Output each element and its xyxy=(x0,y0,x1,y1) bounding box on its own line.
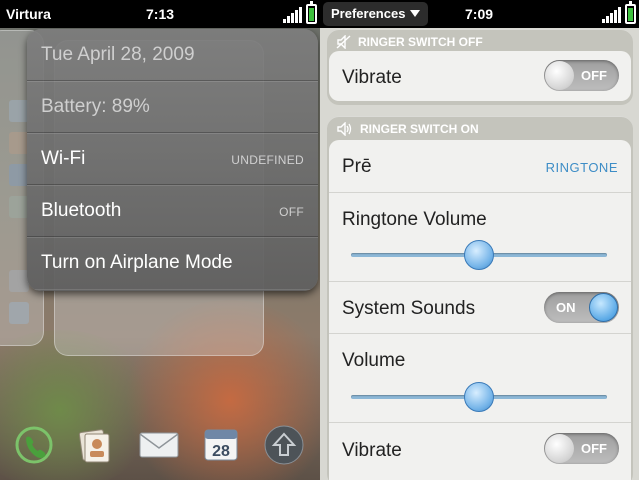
signal-icon xyxy=(602,7,622,23)
ringtone-volume-row: Ringtone Volume xyxy=(329,193,631,282)
ringer-off-group: RINGER SWITCH OFF Vibrate OFF xyxy=(327,29,633,105)
carrier-name: Virtura xyxy=(6,6,51,22)
email-icon[interactable] xyxy=(137,423,181,467)
speaker-muted-icon xyxy=(336,35,351,49)
toggle-state: OFF xyxy=(581,441,607,456)
slider-thumb[interactable] xyxy=(464,382,494,412)
menu-date-row: Tue April 28, 2009 xyxy=(27,29,318,81)
vibrate-label: Vibrate xyxy=(342,440,402,461)
vibrate-toggle[interactable]: OFF xyxy=(544,433,619,464)
volume-slider[interactable] xyxy=(351,382,607,412)
vibrate-toggle[interactable]: OFF xyxy=(544,60,619,91)
ringer-on-group: RINGER SWITCH ON Prē RINGTONE Ringtone V… xyxy=(327,116,633,480)
ringtone-value[interactable]: RINGTONE xyxy=(546,160,618,175)
system-sounds-toggle[interactable]: ON xyxy=(544,292,619,323)
system-sounds-label: System Sounds xyxy=(342,298,476,319)
battery-icon xyxy=(625,1,636,24)
group-title: RINGER SWITCH ON xyxy=(336,121,479,137)
airplane-mode-label: Turn on Airplane Mode xyxy=(41,252,233,273)
device-menu: Tue April 28, 2009 Battery: 89% Wi-Fi UN… xyxy=(27,29,318,291)
calendar-icon[interactable]: 28 xyxy=(199,423,243,467)
menu-battery-row: Battery: 89% xyxy=(27,81,318,133)
bluetooth-status: OFF xyxy=(279,205,304,219)
slider-thumb[interactable] xyxy=(464,240,494,270)
app-menu-label: Preferences xyxy=(331,6,406,21)
date-label: Tue April 28, 2009 xyxy=(41,44,195,65)
ringtone-label: Prē xyxy=(342,156,372,177)
volume-label: Volume xyxy=(342,350,406,371)
ringer-off-title: RINGER SWITCH OFF xyxy=(358,35,483,49)
contact-thumbnail xyxy=(9,196,29,218)
vibrate-row: Vibrate OFF xyxy=(329,51,631,101)
menu-item-wifi[interactable]: Wi-Fi UNDEFINED xyxy=(27,133,318,185)
contacts-icon[interactable] xyxy=(72,423,116,467)
app-menu-button[interactable]: Preferences xyxy=(323,2,429,26)
toggle-state: OFF xyxy=(581,68,607,83)
wifi-status: UNDEFINED xyxy=(231,153,304,167)
contact-thumbnail xyxy=(9,302,29,324)
battery-icon xyxy=(306,1,317,24)
signal-icon xyxy=(283,7,303,23)
wifi-label: Wi-Fi xyxy=(41,148,86,169)
status-bar: Virtura 7:13 xyxy=(0,0,320,28)
contact-thumbnail xyxy=(9,100,29,122)
preferences-screen: Preferences 7:09 RINGER SWITCH OFF Vibra… xyxy=(320,0,639,480)
ringer-on-list: Prē RINGTONE Ringtone Volume System Soun… xyxy=(329,140,631,480)
battery-label: Battery: 89% xyxy=(41,96,150,117)
chevron-down-icon xyxy=(410,10,421,17)
speaker-icon xyxy=(337,122,352,136)
volume-row: Volume xyxy=(329,334,631,423)
toggle-state: ON xyxy=(556,300,576,315)
clock: 7:09 xyxy=(465,6,494,22)
device-menu-screen: Virtura 7:13 Tue April 28, 2009 Battery:… xyxy=(0,0,320,480)
contact-thumbnail xyxy=(9,164,29,186)
status-bar: Preferences 7:09 xyxy=(320,0,639,28)
ringer-on-title: RINGER SWITCH ON xyxy=(360,122,479,136)
menu-item-airplane-mode[interactable]: Turn on Airplane Mode xyxy=(27,237,318,289)
ringtone-row[interactable]: Prē RINGTONE xyxy=(329,140,631,193)
toggle-knob xyxy=(545,61,574,90)
toggle-knob xyxy=(545,434,574,463)
contact-thumbnail xyxy=(9,132,29,154)
menu-item-bluetooth[interactable]: Bluetooth OFF xyxy=(27,185,318,237)
clock: 7:13 xyxy=(146,6,175,22)
ringtone-volume-label: Ringtone Volume xyxy=(342,209,487,230)
vibrate-label: Vibrate xyxy=(342,67,402,88)
phone-icon[interactable] xyxy=(12,423,56,467)
group-title: RINGER SWITCH OFF xyxy=(336,34,483,50)
bluetooth-label: Bluetooth xyxy=(41,200,122,221)
calendar-day: 28 xyxy=(212,443,230,460)
vibrate-row: Vibrate OFF xyxy=(329,423,631,480)
toggle-knob xyxy=(589,293,618,322)
contact-thumbnail xyxy=(9,270,29,292)
launcher-icon[interactable] xyxy=(262,423,306,467)
system-sounds-row: System Sounds ON xyxy=(329,282,631,334)
ringer-off-list: Vibrate OFF xyxy=(329,51,631,101)
ringtone-volume-slider[interactable] xyxy=(351,240,607,270)
